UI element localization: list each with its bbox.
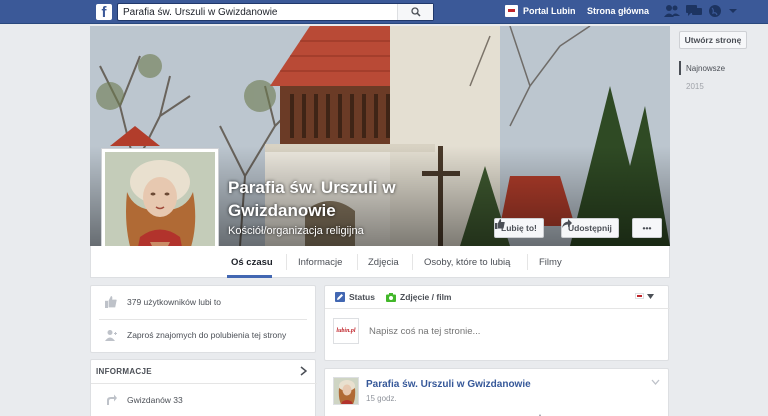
tab-divider (357, 254, 358, 270)
directions-arrow-icon (107, 394, 117, 405)
composer-photo-label: Zdjęcie / film (400, 292, 452, 302)
top-navigation-bar: f Portal Lubin Strona główna (0, 0, 768, 24)
account-menu-chevron-down-icon[interactable] (728, 7, 738, 17)
tab-divider (527, 254, 528, 270)
chevron-down-icon (647, 293, 654, 299)
composer-avatar: lubin.pl (333, 318, 359, 344)
likes-card: 379 użytkowników lubi to Zaproś znajomyc… (90, 285, 316, 353)
search-button[interactable] (397, 4, 433, 20)
thumbs-up-icon (105, 296, 117, 308)
timeline-post (324, 368, 669, 416)
year-link-2015[interactable]: 2015 (686, 82, 704, 91)
info-card-heading: INFORMACJE (96, 367, 152, 376)
more-options-button[interactable]: ••• (632, 218, 662, 238)
address-text: Gwizdanów 33 (127, 395, 183, 405)
likes-count-row[interactable]: 379 użytkowników lubi to (105, 296, 221, 308)
search-bar (117, 3, 434, 21)
card-divider (99, 319, 307, 320)
portal-avatar-icon (505, 5, 518, 17)
share-arrow-icon (562, 219, 572, 228)
share-page-button[interactable]: Udostępnij (561, 218, 619, 238)
nav-portal-label: Portal Lubin (523, 6, 576, 16)
messages-icon[interactable] (686, 4, 702, 20)
composer-status-tab[interactable]: Status (335, 292, 375, 302)
page-tab-bar: Oś czasu Informacje Zdjęcia Osoby, które… (90, 246, 670, 278)
post-author-name[interactable]: Parafia św. Urszuli w Gwizdanowie (366, 379, 531, 390)
facebook-logo-icon[interactable]: f (96, 4, 112, 20)
thumbs-up-icon (495, 219, 505, 229)
share-page-label: Udostępnij (568, 223, 612, 233)
composer-divider (325, 308, 670, 309)
page-category[interactable]: Kościół/organizacja religijna (228, 225, 364, 237)
chevron-right-icon[interactable] (300, 366, 308, 378)
like-page-button[interactable]: Lubię to! (494, 218, 544, 238)
tab-divider (412, 254, 413, 270)
tab-timeline[interactable]: Oś czasu (231, 257, 273, 268)
invite-person-icon (105, 330, 117, 341)
year-selector-indicator (679, 61, 681, 75)
post-content-image-partial (538, 413, 542, 416)
search-input[interactable] (118, 4, 398, 20)
post-options-chevron-down-icon[interactable] (651, 377, 660, 387)
post-as-selector[interactable] (635, 293, 654, 299)
tab-divider (286, 254, 287, 270)
tab-likes[interactable]: Osoby, które to lubią (424, 257, 510, 268)
likes-count-text: 379 użytkowników lubi to (127, 297, 222, 307)
create-page-button[interactable]: Utwórz stronę (679, 31, 747, 49)
composer-input[interactable] (369, 326, 619, 337)
invite-friends-row[interactable]: Zaproś znajomych do polubienia tej stron… (105, 329, 286, 341)
post-as-avatar-icon (635, 293, 644, 299)
post-timestamp[interactable]: 15 godz. (366, 394, 397, 403)
friend-requests-icon[interactable] (664, 4, 680, 20)
nav-icon-group (664, 4, 738, 20)
card-divider (91, 383, 317, 384)
camera-icon (386, 292, 396, 302)
composer-photo-tab[interactable]: Zdjęcie / film (386, 292, 452, 302)
composer-status-label: Status (349, 292, 375, 302)
globe-notifications-icon[interactable] (708, 4, 722, 20)
like-page-label: Lubię to! (501, 223, 537, 233)
nav-home-link[interactable]: Strona główna (587, 6, 649, 16)
address-row[interactable]: Gwizdanów 33 (105, 394, 183, 406)
post-author-avatar[interactable] (333, 377, 359, 405)
active-tab-indicator (227, 275, 272, 278)
search-icon (410, 7, 421, 17)
invite-friends-text: Zaproś znajomych do polubienia tej stron… (127, 330, 287, 340)
tab-photos[interactable]: Zdjęcia (368, 257, 399, 268)
tab-videos[interactable]: Filmy (539, 257, 562, 268)
year-link-latest[interactable]: Najnowsze (686, 64, 725, 73)
tab-about[interactable]: Informacje (298, 257, 342, 268)
page-title: Parafia św. Urszuli w Gwizdanowie (228, 178, 396, 220)
pencil-icon (335, 292, 345, 302)
nav-portal-lubin-link[interactable]: Portal Lubin (505, 5, 576, 17)
post-composer (324, 285, 670, 361)
